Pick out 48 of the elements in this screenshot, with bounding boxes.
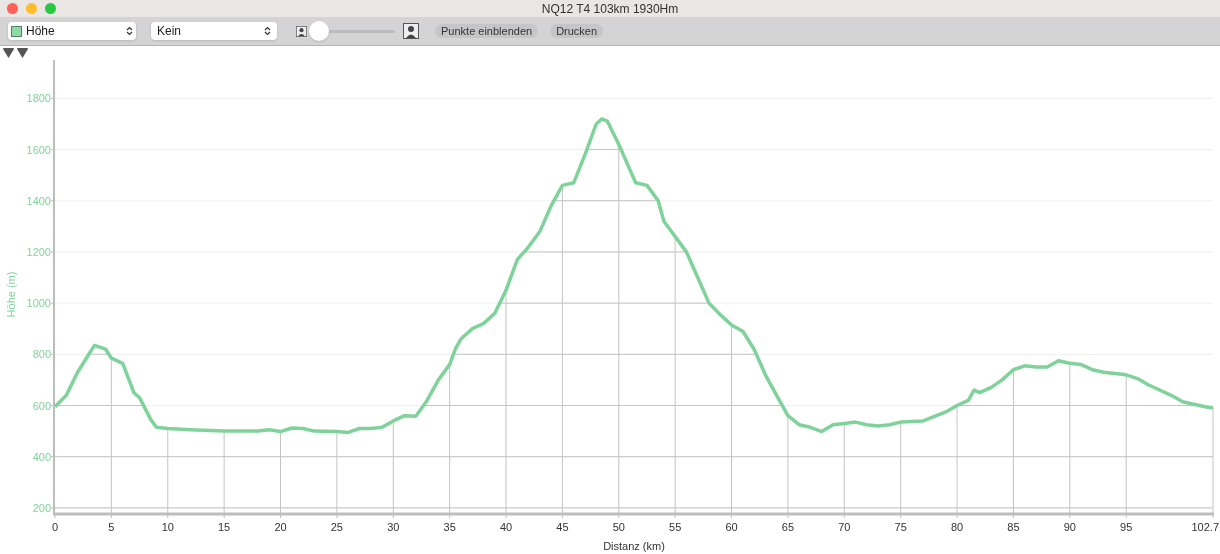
x-tick-label: 60 <box>725 521 738 533</box>
x-tick-label: 75 <box>894 521 907 533</box>
window-title: NQ12 T4 103km 1930Hm <box>541 0 679 18</box>
marker-icon[interactable] <box>3 48 14 58</box>
y-tick-label: 1000 <box>26 297 51 310</box>
x-tick-label: 80 <box>950 521 964 533</box>
marker-icon[interactable] <box>17 48 28 58</box>
small-person-icon <box>296 25 307 37</box>
x-tick-label: 65 <box>781 521 795 533</box>
x-tick-label: 5 <box>108 521 115 533</box>
y-tick-label: 600 <box>32 399 51 412</box>
y-axis-title: Höhe (m) <box>5 271 17 318</box>
y-tick-label: 1600 <box>26 143 51 156</box>
x-tick-label: 85 <box>1007 521 1020 533</box>
close-icon[interactable] <box>7 3 18 14</box>
y-tick-label: 200 <box>32 501 51 514</box>
x-axis-title: Distanz (km) <box>603 540 665 552</box>
x-tick-label: 50 <box>612 521 625 533</box>
x-tick-label: 55 <box>669 521 682 533</box>
color-swatch-icon <box>11 25 22 37</box>
x-tick-label: 10 <box>161 521 174 533</box>
x-tick-label: 40 <box>499 521 513 533</box>
x-tick-label: 70 <box>838 521 851 533</box>
large-person-icon <box>403 23 419 39</box>
y-tick-label: 1400 <box>26 194 51 207</box>
chevron-icon <box>126 26 133 36</box>
x-tick-label: 45 <box>556 521 569 533</box>
x-tick-label: 95 <box>1120 521 1133 533</box>
chevron-icon <box>264 26 271 36</box>
x-tick-label: 25 <box>330 521 343 533</box>
series-select[interactable]: Höhe <box>8 22 136 40</box>
minimize-icon[interactable] <box>26 3 37 14</box>
y-tick-label: 800 <box>32 348 51 361</box>
maximize-icon[interactable] <box>45 3 56 14</box>
x-tick-label: 30 <box>387 521 400 533</box>
show-points-button[interactable]: Punkte einblenden <box>435 24 539 38</box>
x-tick-label: 35 <box>443 521 456 533</box>
x-tick-label: 0 <box>51 521 59 533</box>
overlay-select[interactable]: Kein <box>151 22 277 40</box>
y-tick-label: 400 <box>32 450 51 463</box>
print-button[interactable]: Drucken <box>550 24 604 38</box>
x-tick-label: 90 <box>1063 521 1076 533</box>
y-tick-label: 1200 <box>26 245 51 258</box>
slider-thumb[interactable] <box>309 21 329 41</box>
x-tick-label: 20 <box>274 521 287 533</box>
x-tick-label: 102.7 <box>1191 521 1219 533</box>
y-tick-label: 1800 <box>26 92 51 105</box>
x-tick-label: 15 <box>218 521 231 533</box>
